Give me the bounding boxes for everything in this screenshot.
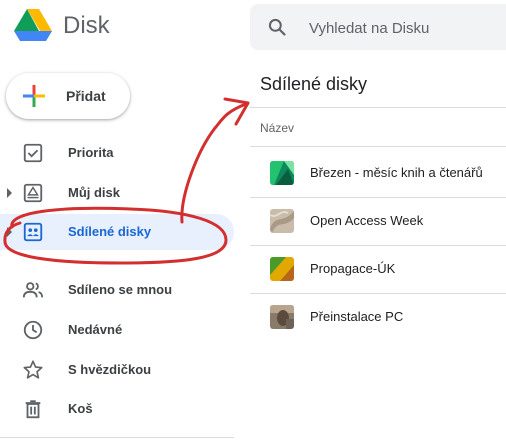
sidebar-item-recent[interactable]: Nedávné — [0, 312, 234, 348]
expand-arrow-icon[interactable] — [7, 227, 12, 237]
people-icon — [22, 282, 44, 298]
drive-thumbnail-icon — [270, 257, 294, 281]
list-item[interactable]: Přeinstalace PC — [250, 293, 506, 341]
app-name: Disk — [63, 12, 110, 39]
list-item[interactable]: Březen - měsíc knih a čtenářů — [250, 149, 506, 197]
sidebar-item-label: Sdílené disky — [68, 224, 152, 239]
sidebar-item-label: Priorita — [68, 145, 114, 160]
column-header-name[interactable]: Název — [260, 121, 294, 135]
star-icon — [23, 360, 43, 379]
sidebar-item-label: Sdíleno se mnou — [68, 282, 173, 297]
header-divider — [250, 146, 506, 147]
list-item[interactable]: Open Access Week — [250, 197, 506, 245]
drive-name: Propagace-ÚK — [310, 261, 396, 276]
drive-thumbnail-icon — [270, 305, 294, 329]
plus-icon — [23, 85, 45, 107]
sidebar-item-shared-drives[interactable]: Sdílené disky — [0, 214, 234, 250]
drive-name: Přeinstalace PC — [310, 309, 404, 324]
sidebar-item-label: S hvězdičkou — [68, 362, 152, 377]
priority-checkbox-icon — [23, 143, 43, 163]
sidebar-divider — [0, 437, 234, 438]
search-icon[interactable] — [267, 17, 287, 37]
sidebar-item-starred[interactable]: S hvězdičkou — [0, 352, 234, 388]
list-item[interactable]: Propagace-ÚK — [250, 245, 506, 293]
new-button[interactable]: Přidat — [6, 73, 130, 119]
my-drive-icon — [23, 183, 43, 203]
expand-arrow-icon[interactable] — [7, 188, 12, 198]
sidebar-item-shared-with-me[interactable]: Sdíleno se mnou — [0, 272, 234, 308]
google-drive-logo-icon — [14, 9, 52, 41]
sidebar-item-my-drive[interactable]: Můj disk — [0, 175, 234, 211]
drive-thumbnail-icon — [270, 209, 294, 233]
clock-icon — [23, 320, 43, 340]
title-divider — [250, 107, 506, 108]
annotation-arrowhead — [223, 97, 250, 126]
new-button-label: Přidat — [66, 88, 106, 104]
sidebar-item-label: Koš — [68, 401, 93, 416]
search-bar[interactable] — [250, 4, 506, 50]
drive-name: Březen - měsíc knih a čtenářů — [310, 165, 483, 180]
sidebar-item-priority[interactable]: Priorita — [0, 135, 234, 171]
search-input[interactable] — [307, 14, 501, 42]
trash-icon — [25, 400, 41, 419]
page-title: Sdílené disky — [260, 74, 368, 94]
sidebar-item-trash[interactable]: Koš — [0, 391, 234, 427]
sidebar-item-label: Můj disk — [68, 185, 121, 200]
shared-drives-icon — [23, 222, 43, 242]
sidebar-item-label: Nedávné — [68, 322, 123, 337]
drive-thumbnail-icon — [270, 161, 294, 185]
drive-name: Open Access Week — [310, 213, 424, 228]
